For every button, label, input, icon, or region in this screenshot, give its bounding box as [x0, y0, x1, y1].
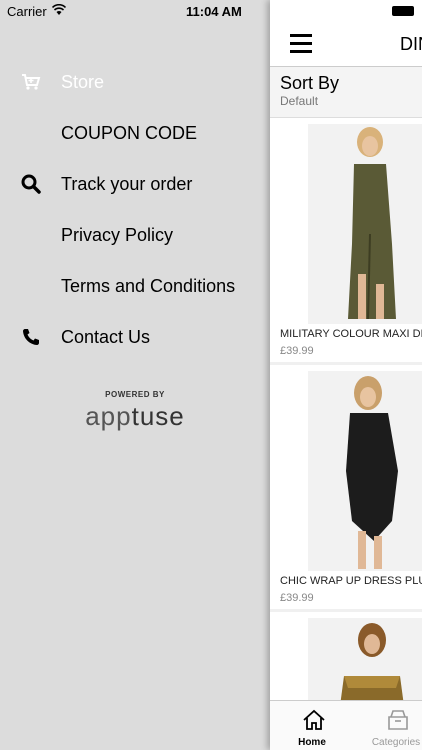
product-name: CHIC WRAP UP DRESS PLU — [280, 575, 422, 587]
tab-home-label: Home — [298, 737, 326, 748]
product-card[interactable]: MILITARY COLOUR MAXI DR £39.99 — [270, 118, 422, 362]
menu-item-track-order[interactable]: Track your order — [0, 162, 270, 206]
menu-label: Store — [61, 71, 105, 92]
search-icon — [20, 173, 42, 195]
product-name: MILITARY COLOUR MAXI DR — [280, 328, 422, 340]
menu-label: COUPON CODE — [61, 122, 198, 143]
menu-item-coupon-code[interactable]: COUPON CODE — [0, 111, 270, 155]
side-drawer: Store COUPON CODE Track your order Priva… — [0, 22, 270, 750]
sort-bar[interactable]: Sort By Default — [270, 67, 422, 118]
product-price: £39.99 — [280, 345, 314, 357]
powered-by-label: POWERED BY — [105, 390, 165, 399]
menu-item-store[interactable]: Store — [0, 60, 270, 104]
menu-label: Track your order — [61, 173, 193, 194]
product-image — [308, 618, 422, 706]
page-title: DIN — [400, 34, 422, 54]
navbar: DIN — [270, 22, 422, 67]
menu-label: Terms and Conditions — [61, 275, 236, 296]
menu-item-privacy-policy[interactable]: Privacy Policy — [0, 213, 270, 257]
battery-icon — [392, 6, 414, 16]
product-image — [308, 124, 422, 324]
cart-icon — [20, 71, 42, 93]
categories-icon — [388, 710, 408, 730]
sort-title: Sort By — [280, 73, 340, 93]
main-panel: DIN Sort By Default MILITARY COLOUR MAXI… — [270, 0, 422, 750]
product-card[interactable] — [270, 612, 422, 712]
tab-home[interactable]: Home — [274, 701, 350, 750]
sort-value: Default — [280, 94, 319, 108]
phone-icon — [20, 326, 42, 348]
menu-label: Contact Us — [61, 326, 151, 347]
product-price: £39.99 — [280, 592, 314, 604]
product-image — [308, 371, 422, 571]
powered-by-logo: POWERED BY apptuse — [80, 390, 190, 432]
menu-label: Privacy Policy — [61, 224, 174, 245]
carrier-label: Carrier — [7, 4, 47, 19]
apptuse-logo: apptuse — [80, 401, 190, 432]
menu-item-contact-us[interactable]: Contact Us — [0, 315, 270, 359]
status-time: 11:04 AM — [186, 4, 242, 19]
tab-categories-label: Categories — [371, 737, 421, 748]
apptuse-logo-tuse: tuse — [131, 401, 185, 431]
wifi-icon — [52, 4, 66, 15]
product-card[interactable]: CHIC WRAP UP DRESS PLU £39.99 — [270, 365, 422, 609]
menu-item-terms[interactable]: Terms and Conditions — [0, 264, 270, 308]
panel-status-bar — [270, 0, 422, 22]
tab-categories[interactable]: Categories — [358, 701, 422, 750]
tab-bar: Home Categories — [270, 700, 422, 750]
hamburger-menu-icon[interactable] — [290, 34, 312, 54]
home-icon — [303, 709, 325, 730]
apptuse-logo-app: app — [85, 401, 132, 431]
